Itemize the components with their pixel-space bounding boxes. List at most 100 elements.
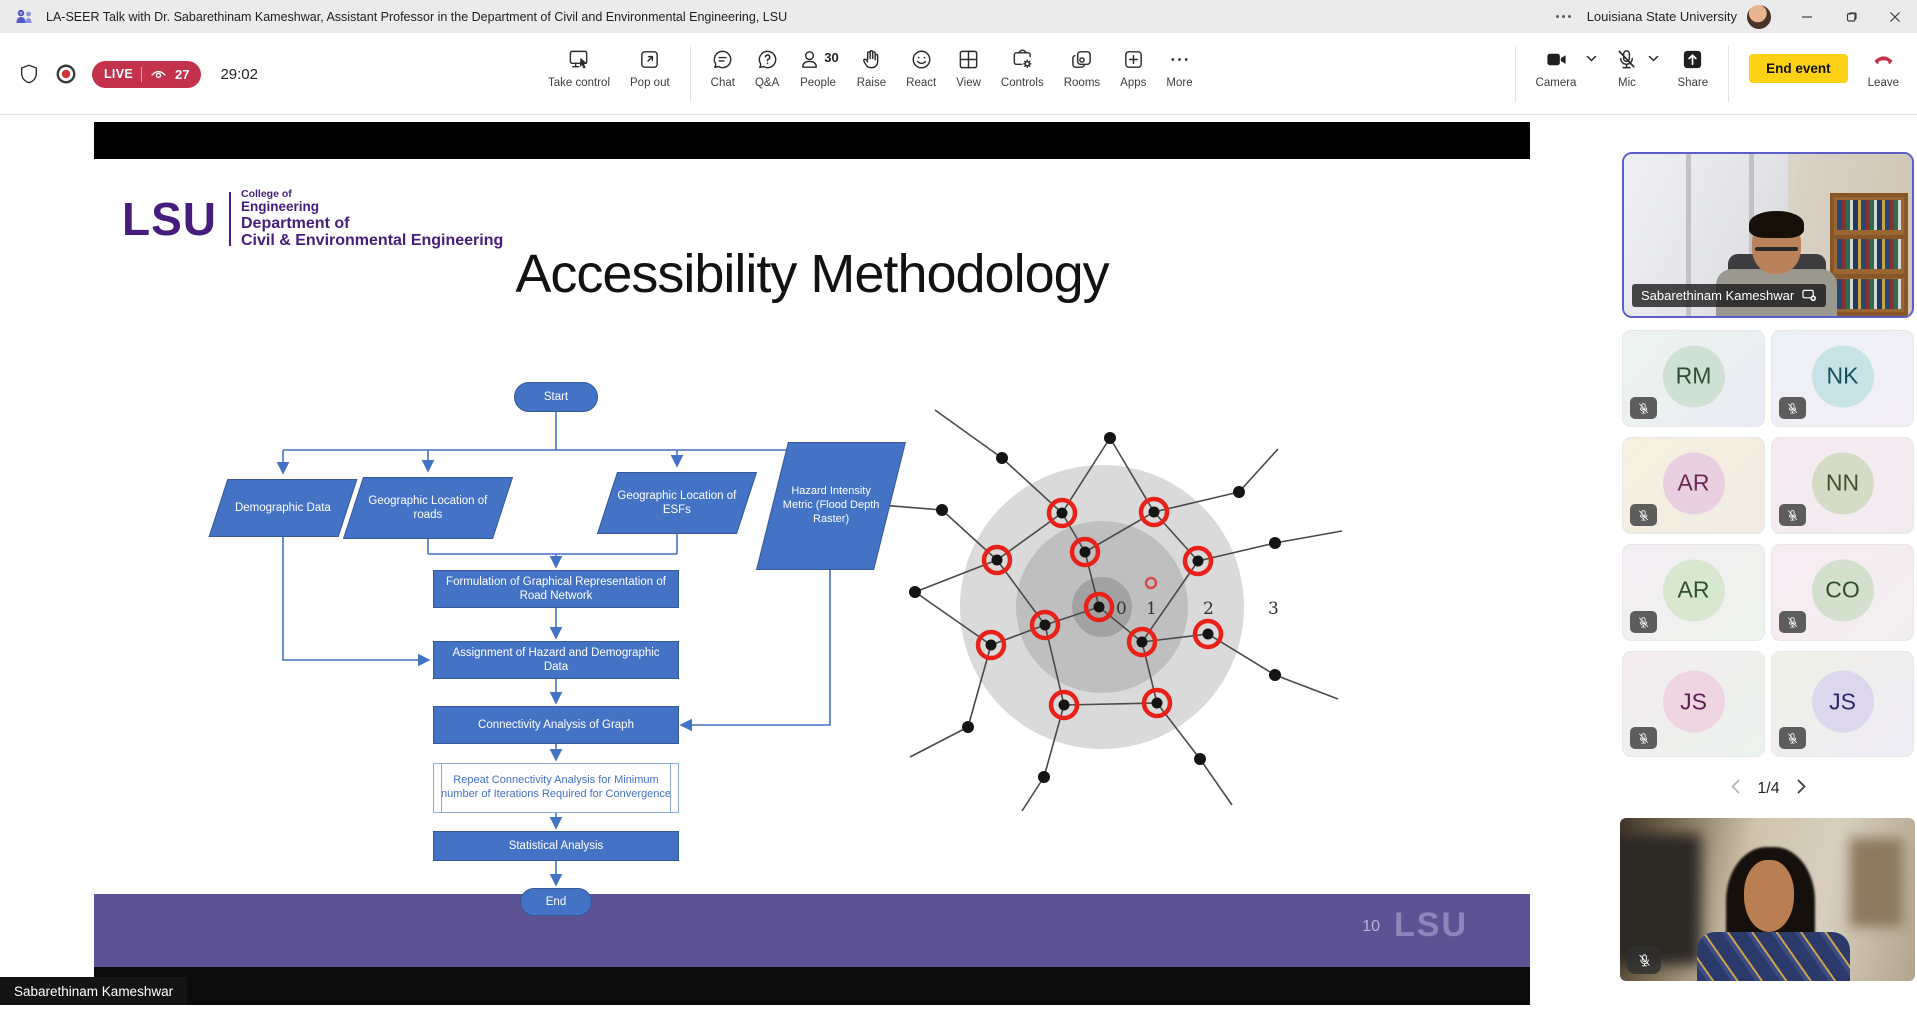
mic-muted-icon	[1637, 616, 1650, 629]
mic-muted-icon	[1637, 732, 1650, 745]
lsu-logo-acronym: LSU	[122, 201, 217, 238]
recording-indicator-icon	[55, 63, 77, 85]
raise-hand-icon	[860, 48, 883, 71]
speaker-video-tile[interactable]: Sabarethinam Kameshwar	[1622, 152, 1914, 318]
org-name: Louisiana State University	[1587, 9, 1737, 24]
participant-tile[interactable]: NN	[1771, 437, 1914, 534]
flowchart-geographic-roads: Geographic Location of roads	[343, 477, 513, 539]
mic-muted-icon	[1637, 953, 1652, 968]
attendee-video-tile[interactable]	[1620, 818, 1915, 981]
viewers-eye-icon	[150, 68, 167, 81]
participant-tile[interactable]: NK	[1771, 330, 1914, 427]
mic-muted-badge	[1779, 611, 1806, 633]
leave-call-icon	[1872, 48, 1895, 71]
mic-muted-icon	[1615, 48, 1638, 71]
mic-muted-badge	[1630, 611, 1657, 633]
avatar: RM	[1663, 345, 1725, 407]
flowchart-start: Start	[514, 382, 598, 412]
avatar: NK	[1812, 345, 1874, 407]
svg-text:1: 1	[1146, 599, 1157, 619]
react-button[interactable]: React	[896, 44, 946, 93]
participant-tile[interactable]: CO	[1771, 544, 1914, 641]
people-icon	[799, 48, 822, 71]
flowchart-end: End	[520, 888, 592, 916]
shield-icon	[18, 63, 40, 85]
view-icon	[957, 48, 980, 71]
leave-button[interactable]: Leave	[1862, 44, 1905, 93]
people-button[interactable]: 30 People	[789, 44, 846, 93]
participants-sidebar: Sabarethinam Kameshwar RM NK AR NN AR	[1620, 116, 1917, 1020]
mic-muted-badge	[1779, 397, 1806, 419]
teams-app-icon: T	[14, 7, 34, 27]
rooms-button[interactable]: Rooms	[1054, 44, 1110, 93]
end-event-button[interactable]: End event	[1749, 54, 1848, 83]
controls-button[interactable]: Controls	[991, 44, 1054, 93]
chevron-down-icon	[1648, 55, 1659, 63]
titlebar-more-icon[interactable]	[1556, 15, 1571, 18]
close-button[interactable]	[1873, 0, 1917, 33]
attendee-video	[1620, 818, 1915, 981]
mic-muted-icon	[1786, 616, 1799, 629]
maximize-button[interactable]	[1829, 0, 1873, 33]
chat-button[interactable]: Chat	[701, 44, 745, 93]
take-control-button[interactable]: Take control	[538, 44, 620, 93]
mic-muted-badge	[1779, 504, 1806, 526]
flowchart-demographic-data: Demographic Data	[209, 479, 358, 537]
camera-options-chevron[interactable]	[1586, 44, 1599, 68]
more-button[interactable]: More	[1156, 44, 1202, 93]
mic-muted-icon	[1637, 509, 1650, 522]
raise-hand-button[interactable]: Raise	[847, 44, 896, 93]
viewer-count: 27	[175, 67, 189, 82]
rooms-icon	[1070, 48, 1093, 71]
slide-footer-bar: 10 LSU	[94, 894, 1530, 967]
take-control-icon	[568, 48, 591, 71]
participant-tile[interactable]: AR	[1622, 437, 1765, 534]
presenter-sharing-icon	[1802, 289, 1817, 302]
pager-position: 1/4	[1757, 780, 1779, 798]
mic-options-chevron[interactable]	[1648, 44, 1661, 68]
participant-tile[interactable]: JS	[1622, 651, 1765, 757]
qa-button[interactable]: Q&A	[745, 44, 789, 93]
participants-pager: 1/4	[1620, 779, 1917, 799]
avatar: CO	[1812, 559, 1874, 621]
mic-muted-icon	[1786, 402, 1799, 415]
camera-button[interactable]: Camera	[1526, 44, 1587, 93]
participant-tile[interactable]: RM	[1622, 330, 1765, 427]
window-title: LA-SEER Talk with Dr. Sabarethinam Kames…	[46, 10, 787, 24]
pager-next-chevron[interactable]	[1796, 779, 1807, 799]
pop-out-button[interactable]: Pop out	[620, 44, 680, 93]
slide-page-number: 10	[1362, 918, 1380, 936]
mic-muted-badge	[1630, 504, 1657, 526]
share-icon	[1681, 48, 1704, 71]
flowchart-statistical-analysis: Statistical Analysis	[433, 831, 679, 861]
slide-letterbox-bottom	[94, 967, 1530, 1005]
svg-text:2: 2	[1203, 599, 1214, 619]
teams-meeting-window: T LA-SEER Talk with Dr. Sabarethinam Kam…	[0, 0, 1917, 1020]
presentation-slide: LSU College of Engineering Department of…	[94, 159, 1530, 894]
minimize-button[interactable]	[1785, 0, 1829, 33]
window-titlebar: T LA-SEER Talk with Dr. Sabarethinam Kam…	[0, 0, 1917, 33]
avatar: JS	[1812, 671, 1874, 733]
avatar: JS	[1663, 671, 1725, 733]
presenter-name-tag: Sabarethinam Kameshwar	[0, 977, 187, 1005]
react-icon	[910, 48, 933, 71]
participant-tile[interactable]: AR	[1622, 544, 1765, 641]
mic-muted-badge	[1630, 397, 1657, 419]
view-button[interactable]: View	[946, 44, 991, 93]
more-icon	[1168, 48, 1191, 71]
share-button[interactable]: Share	[1667, 44, 1718, 93]
mic-muted-badge	[1627, 946, 1661, 974]
svg-text:0: 0	[1116, 599, 1127, 619]
slide-letterbox-top	[94, 122, 1530, 159]
svg-text:T: T	[20, 11, 23, 16]
flowchart-formulation: Formulation of Graphical Representation …	[433, 570, 679, 608]
participant-tile[interactable]: JS	[1771, 651, 1914, 757]
mic-button[interactable]: Mic	[1605, 44, 1648, 93]
apps-button[interactable]: Apps	[1110, 44, 1156, 93]
mic-muted-icon	[1637, 402, 1650, 415]
pager-prev-chevron[interactable]	[1730, 779, 1741, 799]
meeting-timer: 29:02	[220, 66, 258, 83]
user-avatar[interactable]	[1747, 5, 1771, 29]
network-rings-figure: 0 1 2 3	[880, 405, 1350, 815]
avatar: NN	[1812, 452, 1874, 514]
